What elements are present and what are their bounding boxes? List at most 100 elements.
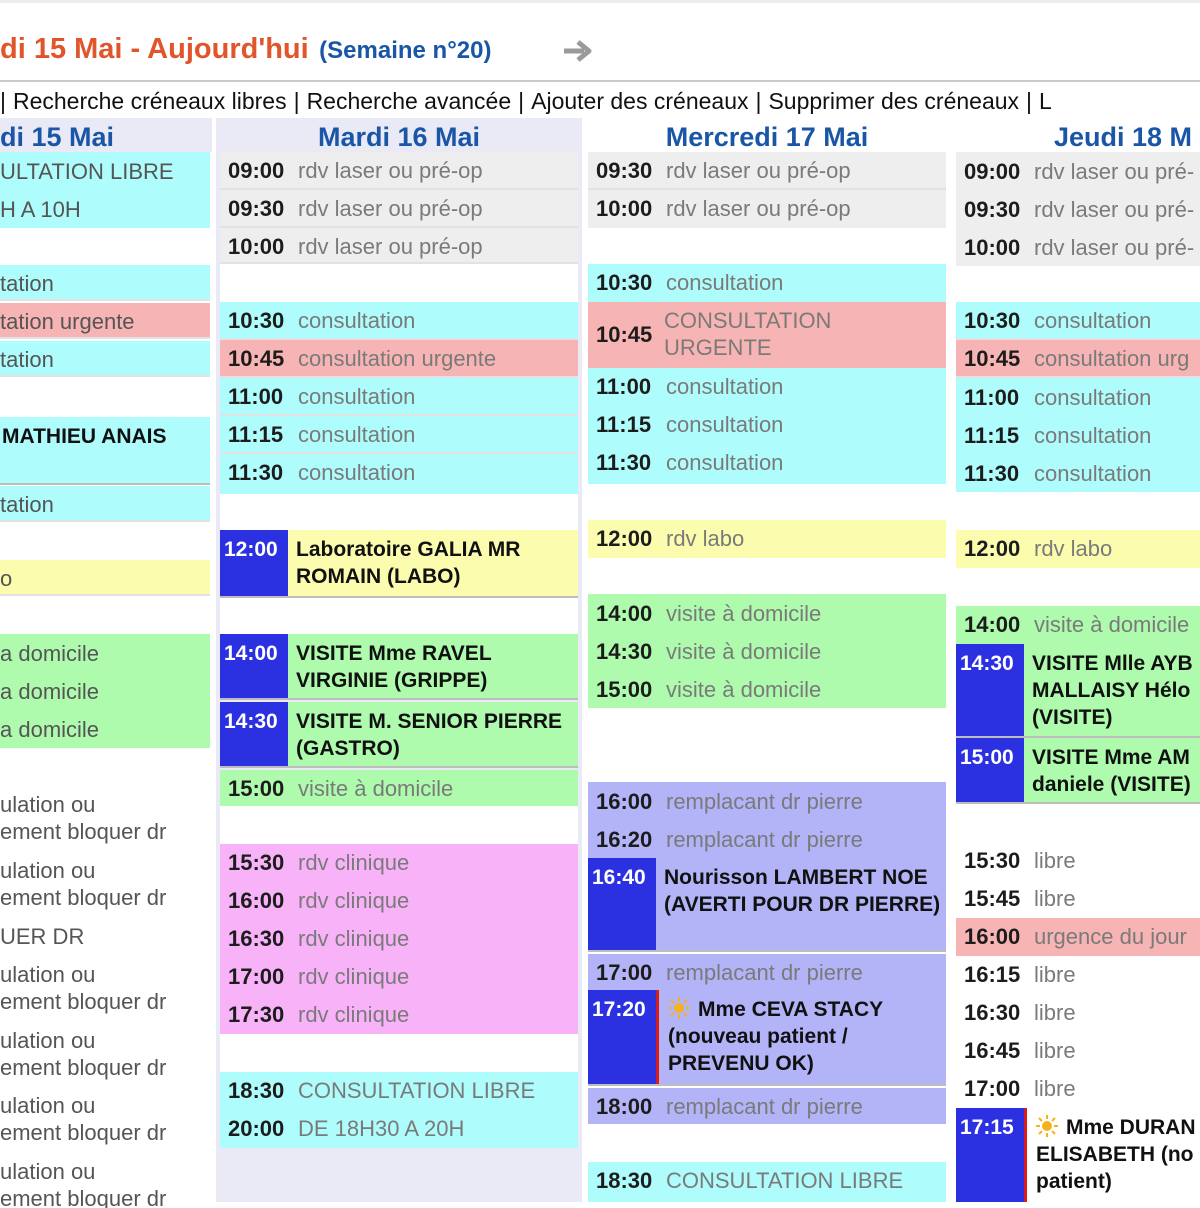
empty-slot[interactable]	[220, 598, 578, 634]
slot-time: 15:00	[596, 677, 653, 702]
new-patient-marker	[1024, 1108, 1027, 1202]
appointment[interactable]: 14:00 VISITE Mme RAVEL VIRGINIE (GRIPPE)	[220, 634, 578, 700]
slot[interactable]: 15:00 visite à domicile	[220, 770, 578, 806]
appointment[interactable]: 16:40 Nourisson LAMBERT NOE (AVERTI POUR…	[588, 858, 946, 952]
empty-slot[interactable]	[220, 264, 578, 302]
slot[interactable]: 10:30 consultation	[588, 264, 946, 302]
slot-label: consultation	[1034, 308, 1152, 333]
empty-slot[interactable]	[220, 494, 578, 530]
slot-label: rdv laser ou pré-op	[298, 234, 483, 259]
slot-time: 18:00	[596, 1094, 653, 1119]
slot-group[interactable]: 14:00 visite à domicile 14:30 visite à d…	[588, 594, 946, 708]
page-title: di 15 Mai - Aujourd'hui (Semaine n°20)	[0, 33, 492, 66]
appointment[interactable]: 14:30 VISITE Mlle AYB MALLAISY Hélo (VIS…	[956, 644, 1200, 738]
slot[interactable]: tation	[0, 341, 210, 377]
slot[interactable]: 17:30 rdv clinique	[220, 996, 578, 1034]
slot-group[interactable]: 16:00 remplacant dr pierre 16:20 remplac…	[588, 782, 946, 858]
slot[interactable]: 12:00 rdv labo	[956, 530, 1200, 568]
slot[interactable]: MATHIEU ANAIS	[0, 417, 210, 485]
slot-time: 09:30	[596, 158, 653, 183]
blocked-slots[interactable]: ulation ou ement bloquer dr ulation ou e…	[0, 788, 210, 1208]
slot[interactable]: 11:00 consultation	[220, 378, 578, 416]
slot[interactable]: 09:00 rdv laser ou pré-op	[220, 152, 578, 190]
slot[interactable]: 11:15 consultation	[220, 416, 578, 454]
slot-group[interactable]: 15:30 libre 15:45 libre	[956, 842, 1200, 918]
slot-label: o	[0, 566, 13, 591]
slot-group[interactable]: 09:00 rdv laser ou pré- 09:30 rdv laser …	[956, 152, 1200, 266]
slot-label: tation	[0, 271, 54, 296]
appointment[interactable]: 17:15 Mme DURAN ELISABETH (no patient)	[956, 1108, 1200, 1202]
slot-label: visite à domicile	[1034, 612, 1190, 637]
slot-time: 16:45	[964, 1038, 1021, 1063]
slot[interactable]: 18:30 CONSULTATION LIBRE 20:00 DE 18H30 …	[220, 1072, 578, 1148]
slot-label: visite à domicile	[666, 639, 822, 664]
slot[interactable]: 17:00 remplacant dr pierre	[588, 954, 946, 990]
slot[interactable]: 10:00 rdv laser ou pré-op	[220, 228, 578, 264]
slot[interactable]: 10:45 CONSULTATION URGENTE	[588, 302, 946, 368]
slot[interactable]: 16:00 urgence du jour	[956, 918, 1200, 956]
menu-next-item[interactable]: L	[1039, 88, 1052, 114]
slot-time: 14:00	[964, 612, 1021, 637]
slot-time: 20:00	[228, 1116, 285, 1141]
slot-group[interactable]: 16:15 libre 16:30 libre 16:45 libre 17:0…	[956, 956, 1200, 1108]
slot[interactable]: 15:30 rdv clinique	[220, 844, 578, 882]
slot-group[interactable]: 11:00 consultation 11:15 consultation 11…	[956, 378, 1200, 492]
slot[interactable]: 11:00 consultation	[588, 368, 946, 406]
slot-label: rdv laser ou pré-op	[666, 196, 851, 221]
slot[interactable]: 10:45 consultation urgente	[220, 340, 578, 378]
slot-time: 16:00	[228, 888, 285, 913]
menu-add-slots[interactable]: Ajouter des créneaux	[531, 88, 748, 114]
menu-free-slots-search[interactable]: Recherche créneaux libres	[13, 88, 287, 114]
slot[interactable]: ULTATION LIBRE H A 10H	[0, 152, 210, 228]
slot-label: ulation ou	[0, 962, 96, 987]
slot[interactable]: 11:30 consultation	[588, 444, 946, 484]
slot-label: tation urgente	[0, 309, 135, 334]
appointment[interactable]: 14:30 VISITE M. SENIOR PIERRE (GASTRO)	[220, 702, 578, 768]
slot[interactable]: 14:00 visite à domicile	[956, 606, 1200, 644]
slot-label: rdv clinique	[298, 964, 410, 989]
slot-label: consultation	[1034, 461, 1152, 486]
slot[interactable]: 10:30 consultation	[220, 302, 578, 340]
slot-label: consultation	[298, 308, 416, 333]
appointment[interactable]: 17:20 Mme CEVA STACY (nouveau patient / …	[588, 990, 946, 1086]
slot[interactable]: a domicile a domicile a domicile	[0, 634, 210, 748]
slot[interactable]: tation	[0, 486, 210, 522]
next-week-arrow-icon[interactable]	[562, 39, 596, 63]
appointment[interactable]: 12:00 Laboratoire GALIA MR ROMAIN (LABO)	[220, 530, 578, 598]
slot-time: 09:00	[964, 159, 1021, 184]
menu-advanced-search[interactable]: Recherche avancée	[307, 88, 512, 114]
slot-time: 14:00	[596, 601, 653, 626]
slot-label: remplacant dr pierre	[666, 1094, 863, 1119]
slot[interactable]: 11:15 consultation	[588, 406, 946, 444]
slot-label: rdv laser ou pré-op	[298, 196, 483, 221]
slot[interactable]: 10:00 rdv laser ou pré-op	[588, 190, 946, 228]
day-header: Mercredi 17 Mai	[584, 118, 950, 152]
slot[interactable]: 10:30 consultation	[956, 302, 1200, 340]
menu-delete-slots[interactable]: Supprimer des créneaux	[768, 88, 1019, 114]
slot[interactable]: 09:30 rdv laser ou pré-op	[588, 152, 946, 190]
appointment-patient: VISITE Mme AM daniele (VISITE)	[1032, 746, 1191, 796]
slot-time: 12:00	[596, 526, 653, 551]
slot[interactable]: 18:30 CONSULTATION LIBRE	[588, 1162, 946, 1202]
slot-label: rdv laser ou pré-	[1034, 235, 1195, 260]
day-column-tuesday: Mardi 16 Mai 09:00 rdv laser ou pré-op 0…	[216, 118, 582, 1202]
appointment[interactable]: 15:00 VISITE Mme AM daniele (VISITE)	[956, 738, 1200, 804]
slot[interactable]: 11:30 consultation	[220, 454, 578, 494]
slot[interactable]: 09:30 rdv laser ou pré-op	[220, 190, 578, 228]
day-column-monday: di 15 Mai ULTATION LIBRE H A 10H tation …	[0, 118, 212, 1208]
empty-slot[interactable]	[220, 1034, 578, 1072]
slot[interactable]: 18:00 remplacant dr pierre	[588, 1088, 946, 1124]
slot[interactable]: 17:00 rdv clinique	[220, 958, 578, 996]
slot[interactable]: o	[0, 560, 210, 596]
slot[interactable]: 10:45 consultation urg	[956, 340, 1200, 378]
slot[interactable]: tation	[0, 265, 210, 301]
slot-time: 11:00	[228, 384, 284, 409]
empty-slot[interactable]	[220, 806, 578, 844]
slot[interactable]: tation urgente	[0, 303, 210, 339]
slot[interactable]: 16:00 rdv clinique	[220, 882, 578, 920]
appointment-patient: VISITE Mme RAVEL VIRGINIE (GRIPPE)	[296, 642, 492, 692]
appointment-patient: VISITE M. SENIOR PIERRE (GASTRO)	[296, 710, 563, 760]
slot[interactable]: 16:30 rdv clinique	[220, 920, 578, 958]
appointment-time: 14:30	[956, 644, 1024, 736]
slot[interactable]: 12:00 rdv labo	[588, 520, 946, 558]
